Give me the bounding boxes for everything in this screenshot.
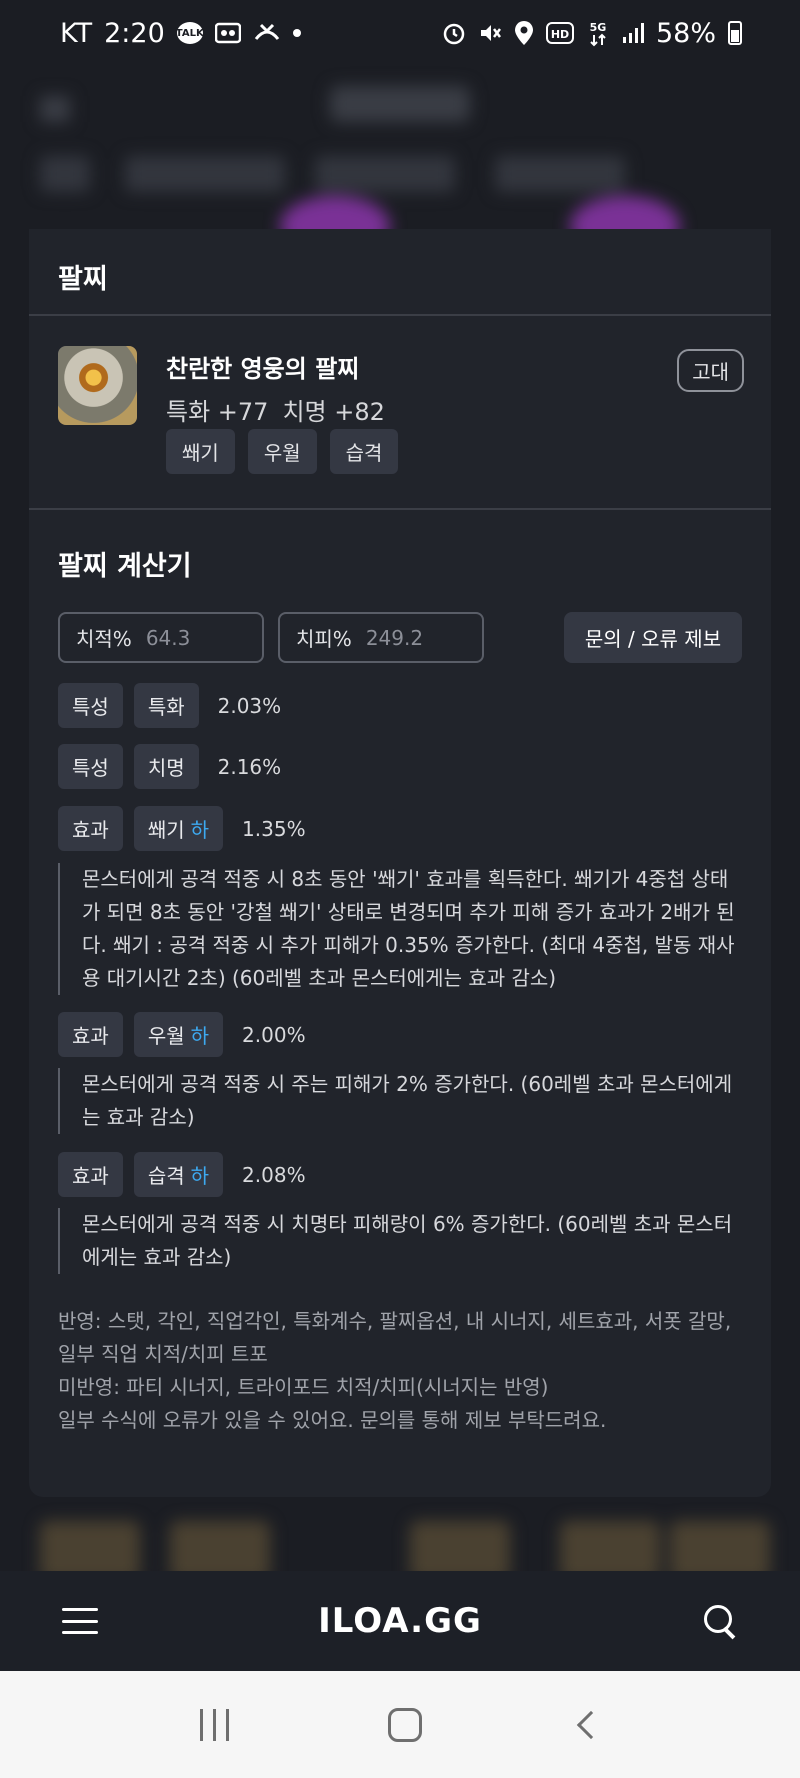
back-icon — [40, 96, 70, 122]
battery-icon — [728, 21, 742, 45]
stat-specialization: 특화 +77 — [166, 398, 269, 426]
calc-row: 효과 쐐기 하 1.35% — [58, 806, 306, 851]
bracelet-tags: 쐐기 우월 습격 — [166, 429, 399, 474]
talk-icon: TALK — [176, 22, 204, 44]
search-icon[interactable] — [702, 1603, 738, 1639]
background-tab — [495, 156, 625, 192]
row-value: 2.03% — [217, 693, 282, 718]
system-nav-bar — [0, 1671, 800, 1778]
row-value: 1.35% — [242, 816, 306, 841]
report-button[interactable]: 문의 / 오류 제보 — [564, 612, 742, 663]
crit-rate-input[interactable]: 치적% 64.3 — [58, 612, 264, 663]
crit-damage-input[interactable]: 치피% 249.2 — [278, 612, 484, 663]
row-type: 특성 — [58, 683, 123, 728]
bracelet-image — [58, 346, 137, 425]
home-icon[interactable] — [387, 1707, 422, 1742]
row-level: 하 — [190, 1024, 210, 1048]
crit-damage-value: 249.2 — [365, 625, 424, 650]
row-name: 특화 — [133, 683, 199, 728]
calc-row: 효과 우월 하 2.00% — [58, 1012, 306, 1057]
battery-percent: 58% — [655, 17, 716, 49]
menu-icon[interactable] — [62, 1608, 98, 1634]
row-name: 습격 하 — [133, 1152, 224, 1197]
hd-voice-icon: HD — [545, 22, 574, 44]
row-name: 쐐기 하 — [133, 806, 224, 851]
row-value: 2.00% — [242, 1022, 306, 1047]
svg-text:5G: 5G — [590, 21, 607, 34]
row-level: 하 — [190, 1164, 210, 1188]
row-type: 특성 — [58, 744, 123, 789]
row-name: 우월 하 — [133, 1012, 224, 1057]
note-not-applied: 미반영: 파티 시너지, 트라이포드 치적/치피(시너지는 반영) — [58, 1375, 549, 1399]
tag-wedge: 쐐기 — [166, 429, 235, 474]
note-applied: 반영: 스탯, 각인, 직업각인, 특화계수, 팔찌옵션, 내 시너지, 세트효… — [58, 1309, 732, 1366]
tag-raid: 습격 — [329, 429, 399, 474]
row-value: 2.16% — [217, 754, 282, 779]
row-value: 2.08% — [242, 1162, 306, 1187]
status-bar: KT 2:20 TALK HD 5G 58% — [0, 0, 800, 66]
row-type: 효과 — [58, 1012, 123, 1057]
calculator-title: 팔찌 계산기 — [58, 551, 192, 582]
modal-title: 팔찌 — [58, 264, 108, 295]
note-disclaimer: 일부 수식에 오류가 있을 수 있어요. 문의를 통해 제보 부탁드려요. — [58, 1408, 607, 1432]
network-5g-icon: 5G — [586, 19, 610, 47]
stat-crit: 치명 +82 — [282, 398, 385, 426]
background-tab — [125, 156, 285, 192]
location-icon — [514, 20, 534, 46]
row-type: 효과 — [58, 806, 123, 851]
calc-row: 효과 습격 하 2.08% — [58, 1152, 306, 1197]
clock: 2:20 — [104, 17, 165, 49]
calc-row: 특성 특화 2.03% — [58, 683, 281, 728]
calculator-notes: 반영: 스탯, 각인, 직업각인, 특화계수, 팔찌옵션, 내 시너지, 세트효… — [58, 1305, 742, 1437]
back-nav-icon[interactable] — [576, 1710, 605, 1739]
crit-damage-label: 치피% — [296, 627, 352, 651]
tape-icon — [214, 22, 241, 44]
calculator-inputs: 치적% 64.3 치피% 249.2 — [58, 612, 484, 663]
crit-rate-value: 64.3 — [145, 625, 191, 650]
svg-text:HD: HD — [551, 28, 569, 41]
modal-header: 팔찌 — [29, 229, 771, 316]
call-missed-icon — [253, 21, 281, 45]
row-level: 하 — [190, 818, 210, 842]
bracelet-stats: 특화 +77 치명 +82 — [166, 392, 385, 427]
row-type: 효과 — [58, 1152, 123, 1197]
bracelet-item: 찬란한 영웅의 팔찌 특화 +77 치명 +82 고대 쐐기 우월 습격 — [29, 316, 771, 510]
background-tab — [40, 156, 90, 192]
calc-row: 특성 치명 2.16% — [58, 744, 281, 789]
bracelet-modal: 팔찌 찬란한 영웅의 팔찌 특화 +77 치명 +82 고대 쐐기 우월 습격 팔… — [29, 229, 771, 1497]
site-logo[interactable]: ILOA.GG — [318, 1601, 482, 1641]
background-tab — [315, 156, 455, 192]
background-title — [330, 86, 470, 122]
row-name: 치명 — [133, 744, 199, 789]
bracelet-name: 찬란한 영웅의 팔찌 — [166, 355, 360, 383]
signal-icon — [622, 22, 644, 44]
effect-description: 몬스터에게 공격 적중 시 주는 피해가 2% 증가한다. (60레벨 초과 몬… — [58, 1068, 742, 1134]
effect-description: 몬스터에게 공격 적중 시 치명타 피해량이 6% 증가한다. (60레벨 초과… — [58, 1208, 742, 1274]
bottom-app-bar: ILOA.GG — [0, 1571, 800, 1671]
alarm-icon — [442, 21, 466, 45]
tag-superior: 우월 — [247, 429, 317, 474]
grade-badge: 고대 — [677, 349, 744, 392]
recent-apps-icon[interactable] — [199, 1708, 229, 1741]
notification-dot-icon — [292, 29, 301, 37]
effect-description: 몬스터에게 공격 적중 시 8초 동안 '쐐기' 효과를 획득한다. 쐐기가 4… — [58, 863, 742, 995]
carrier: KT — [60, 17, 93, 49]
mute-icon — [478, 21, 502, 45]
crit-rate-label: 치적% — [76, 627, 132, 651]
